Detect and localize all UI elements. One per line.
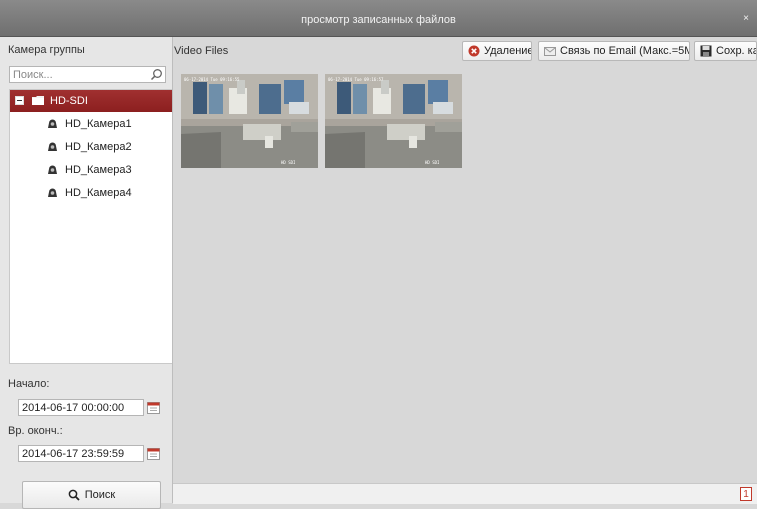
end-time-field[interactable] — [18, 445, 144, 462]
camera-search-input[interactable] — [10, 67, 149, 82]
tree-item-camera-4[interactable]: HD_Камера4 — [10, 182, 172, 204]
pagination-bar: 1 — [173, 483, 757, 504]
email-button-label: Связь по Email (Макс.=5Мб) — [560, 45, 690, 57]
svg-text:06-17-2014 Tue 09:16:57: 06-17-2014 Tue 09:16:57 — [328, 77, 384, 82]
save-as-button-label: Сохр. как — [716, 45, 756, 57]
camera-search-box — [9, 66, 166, 83]
camera-snapshot-image: 06-17-2014 Tue 09:16:55 HD SDI — [181, 74, 318, 168]
search-icon[interactable] — [150, 68, 163, 81]
email-button[interactable]: Связь по Email (Макс.=5Мб) — [538, 41, 690, 61]
folder-icon — [32, 96, 44, 105]
camera-label: HD_Камера3 — [65, 164, 132, 176]
envelope-icon — [544, 47, 556, 56]
snapshot-thumbnail-2[interactable]: 06-17-2014 Tue 09:16:57 HD SDI — [325, 74, 462, 168]
snapshot-thumbnail-1[interactable]: 06-17-2014 Tue 09:16:55 HD SDI — [181, 74, 318, 168]
svg-text:06-17-2014 Tue 09:16:55: 06-17-2014 Tue 09:16:55 — [184, 77, 240, 82]
delete-button[interactable]: Удаление — [462, 41, 532, 61]
calendar-icon[interactable] — [147, 447, 160, 460]
video-files-panel: Video Files Удаление Связь по Email (Мак… — [173, 37, 757, 503]
tree-item-camera-3[interactable]: HD_Камера3 — [10, 159, 172, 181]
svg-text:HD SDI: HD SDI — [281, 160, 296, 165]
close-icon[interactable]: × — [739, 12, 753, 26]
camera-icon — [48, 119, 57, 128]
delete-button-label: Удаление — [484, 45, 532, 57]
video-files-header: Video Files Удаление Связь по Email (Мак… — [173, 37, 757, 65]
collapse-toggle-icon[interactable] — [15, 96, 24, 105]
camera-icon — [48, 142, 57, 151]
camera-label: HD_Камера4 — [65, 187, 132, 199]
camera-snapshot-image: 06-17-2014 Tue 09:16:57 HD SDI — [325, 74, 462, 168]
panel-title: Камера группы — [8, 44, 85, 56]
tree-item-camera-1[interactable]: HD_Камера1 — [10, 113, 172, 135]
camera-label: HD_Камера2 — [65, 141, 132, 153]
magnifier-icon — [68, 489, 80, 501]
start-time-input[interactable] — [19, 400, 143, 415]
time-filter-section: Начало: Вр. оконч.: Поис — [0, 367, 172, 509]
tree-root-hd-sdi[interactable]: HD-SDI — [10, 90, 172, 112]
save-as-button[interactable]: Сохр. как — [694, 41, 757, 61]
end-time-input[interactable] — [19, 446, 143, 461]
start-time-field[interactable] — [18, 399, 144, 416]
delete-icon — [468, 45, 480, 57]
tree-root-label: HD-SDI — [50, 95, 88, 107]
video-files-title: Video Files — [174, 45, 229, 57]
camera-tree: HD-SDI HD_Камера1 HD_Камера2 HD_Камера3 — [9, 89, 172, 364]
calendar-icon[interactable] — [147, 401, 160, 414]
window-title: просмотр записанных файлов — [301, 14, 456, 26]
start-time-label: Начало: — [8, 378, 50, 390]
page-number[interactable]: 1 — [740, 487, 752, 501]
title-bar: просмотр записанных файлов × — [0, 0, 757, 37]
end-time-label: Вр. оконч.: — [8, 425, 63, 437]
tree-item-camera-2[interactable]: HD_Камера2 — [10, 136, 172, 158]
floppy-disk-icon — [700, 45, 712, 57]
svg-text:HD SDI: HD SDI — [425, 160, 440, 165]
search-button-label: Поиск — [84, 489, 116, 501]
camera-icon — [48, 165, 57, 174]
camera-icon — [48, 188, 57, 197]
camera-label: HD_Камера1 — [65, 118, 132, 130]
search-button[interactable]: Поиск — [22, 481, 161, 509]
camera-group-panel: Камера группы HD-SDI HD_Камера1 — [0, 37, 173, 509]
